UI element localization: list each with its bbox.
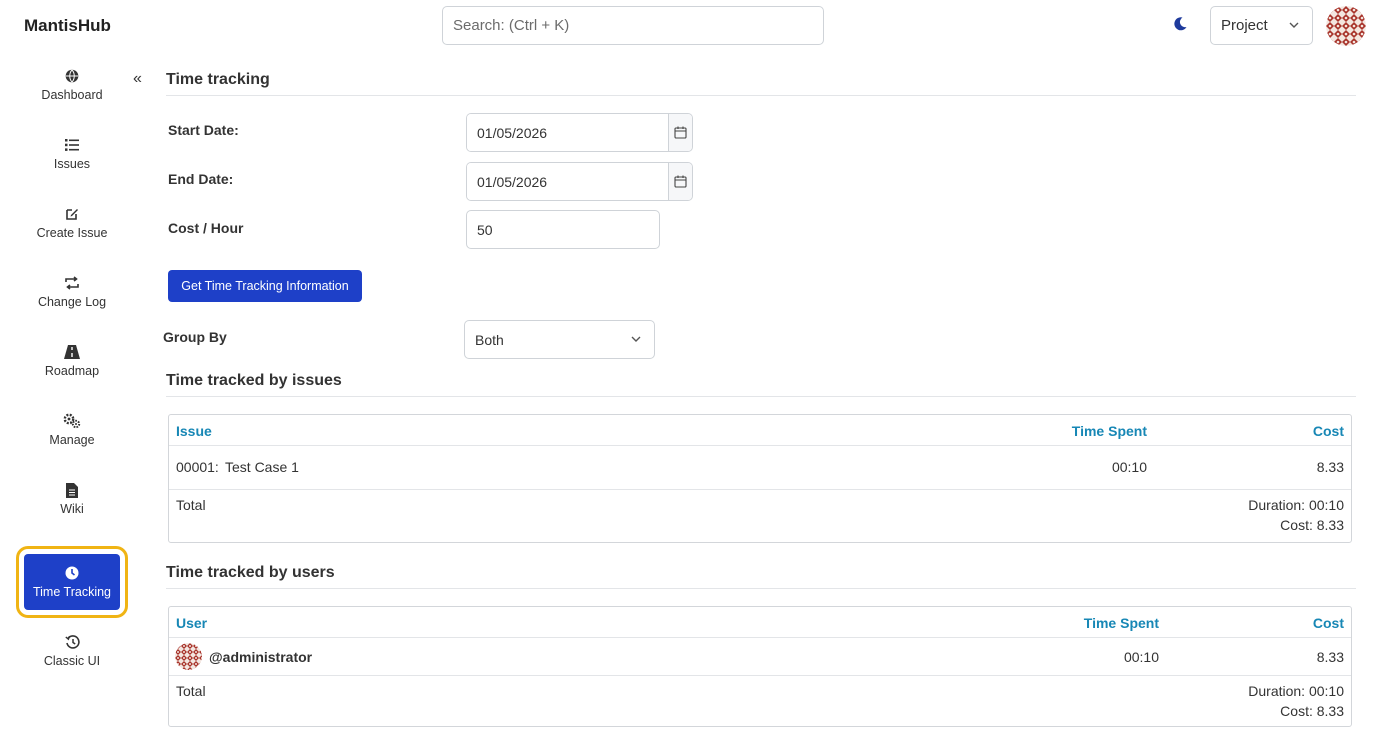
total-cost: Cost: 8.33 [1280, 703, 1344, 719]
column-header-cost[interactable]: Cost [1313, 423, 1344, 439]
table-row: 00001: Test Case 1 00:10 8.33 [169, 446, 1351, 490]
list-icon [65, 137, 79, 153]
calendar-icon[interactable] [668, 163, 692, 200]
brand-logo[interactable]: MantisHub [24, 16, 111, 36]
avatar [175, 643, 202, 670]
issues-section-title: Time tracked by issues [166, 372, 342, 389]
total-label: Total [176, 683, 206, 699]
total-duration: Duration: 00:10 [1248, 683, 1344, 699]
page-title: Time tracking [166, 71, 270, 88]
document-icon [66, 482, 78, 498]
issue-time-spent: 00:10 [1111, 459, 1147, 475]
sidebar-item-label: Wiki [60, 502, 84, 516]
cost-per-hour-input[interactable] [466, 210, 660, 249]
column-header-time-spent[interactable]: Time Spent [1072, 423, 1147, 439]
table-total-row: Total Duration: 00:10 Cost: 8.33 [169, 676, 1351, 726]
sidebar-item-label: Roadmap [44, 364, 100, 378]
issue-id-link[interactable]: 00001: [176, 459, 219, 475]
user-time-spent: 00:10 [1123, 649, 1159, 665]
table-total-row: Total Duration: 00:10 Cost: 8.33 [169, 490, 1351, 542]
gears-icon [63, 413, 81, 429]
top-header: MantisHub Project [0, 0, 1376, 52]
calendar-icon[interactable] [668, 114, 692, 151]
issues-table: Issue Time Spent Cost 00001: Test Case 1… [168, 414, 1352, 543]
globe-icon [65, 68, 79, 84]
table-header-row: User Time Spent Cost [169, 607, 1351, 638]
start-date-label: Start Date: [168, 122, 239, 138]
moon-icon [1174, 17, 1187, 31]
table-row: @administrator 00:10 8.33 [169, 638, 1351, 676]
sidebar-item-label: Create Issue [36, 226, 108, 240]
main-content: Time tracking Start Date: End Date: Cost… [143, 52, 1376, 752]
divider [166, 588, 1356, 589]
total-label: Total [176, 497, 206, 513]
sidebar-item-manage[interactable]: Manage [24, 402, 120, 458]
get-time-tracking-button[interactable]: Get Time Tracking Information [168, 270, 362, 302]
project-select[interactable]: Project [1210, 6, 1313, 45]
sidebar: « Dashboard Issues Create Issue Change L… [0, 52, 143, 752]
divider [166, 396, 1356, 397]
avatar-pattern-icon [1326, 6, 1366, 46]
sidebar-item-label: Manage [49, 433, 95, 447]
table-header-row: Issue Time Spent Cost [169, 415, 1351, 446]
column-header-time-spent[interactable]: Time Spent [1084, 615, 1159, 631]
start-date-input[interactable] [467, 114, 668, 151]
sidebar-item-label: Issues [53, 157, 91, 171]
sidebar-item-time-tracking[interactable]: Time Tracking [16, 546, 128, 618]
sidebar-item-label: Classic UI [43, 654, 101, 668]
chevron-down-icon [631, 336, 641, 342]
clock-icon [65, 565, 79, 581]
end-date-label: End Date: [168, 171, 234, 187]
sidebar-item-issues[interactable]: Issues [24, 126, 120, 182]
total-duration: Duration: 00:10 [1248, 497, 1344, 513]
group-by-select[interactable]: Both [464, 320, 655, 359]
sidebar-item-wiki[interactable]: Wiki [24, 471, 120, 527]
arrows-icon [64, 275, 80, 291]
issue-summary[interactable]: Test Case 1 [225, 459, 299, 475]
search-input[interactable] [442, 6, 824, 45]
user-cost: 8.33 [1316, 649, 1344, 665]
sidebar-item-classic-ui[interactable]: Classic UI [24, 623, 120, 679]
edit-icon [65, 206, 79, 222]
collapse-sidebar-icon[interactable]: « [133, 70, 142, 88]
sidebar-item-roadmap[interactable]: Roadmap [24, 333, 120, 389]
users-table: User Time Spent Cost @administrator 00:1… [168, 606, 1352, 727]
total-cost: Cost: 8.33 [1280, 517, 1344, 533]
start-date-field[interactable] [466, 113, 693, 152]
sidebar-item-label: Dashboard [41, 88, 103, 102]
history-icon [64, 634, 80, 650]
divider [166, 95, 1356, 96]
group-by-value: Both [475, 331, 504, 348]
users-section-title: Time tracked by users [166, 564, 335, 581]
dark-mode-toggle[interactable] [1170, 14, 1190, 34]
column-header-cost[interactable]: Cost [1313, 615, 1344, 631]
sidebar-item-label: Change Log [37, 295, 107, 309]
sidebar-item-dashboard[interactable]: Dashboard [24, 57, 120, 113]
sidebar-item-label: Time Tracking [32, 585, 112, 599]
end-date-field[interactable] [466, 162, 693, 201]
user-link[interactable]: @administrator [209, 649, 312, 665]
sidebar-item-change-log[interactable]: Change Log [24, 264, 120, 320]
column-header-user[interactable]: User [176, 615, 207, 631]
sidebar-item-create-issue[interactable]: Create Issue [24, 195, 120, 251]
project-select-label: Project [1221, 17, 1268, 34]
road-icon [64, 344, 80, 360]
group-by-label: Group By [163, 329, 227, 345]
chevron-down-icon [1289, 22, 1299, 28]
issue-cost: 8.33 [1316, 459, 1344, 475]
column-header-issue[interactable]: Issue [176, 423, 212, 439]
end-date-input[interactable] [467, 163, 668, 200]
user-avatar[interactable] [1326, 6, 1366, 46]
cost-per-hour-label: Cost / Hour [168, 220, 244, 236]
